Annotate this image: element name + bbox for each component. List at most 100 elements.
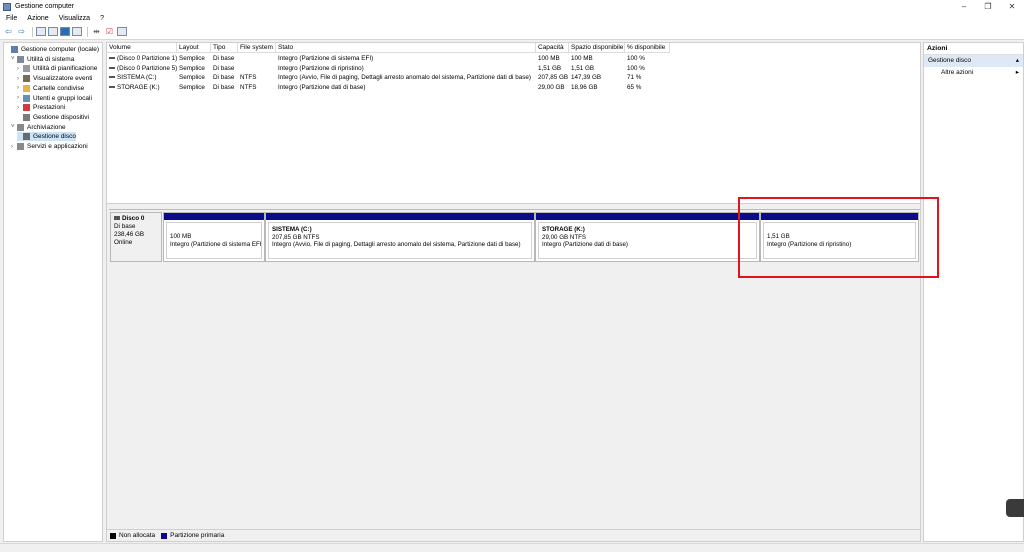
table-cell[interactable]: STORAGE (K:) bbox=[107, 83, 177, 92]
column-header[interactable]: File system bbox=[238, 43, 276, 53]
close-button[interactable]: ✕ bbox=[1000, 0, 1024, 13]
cell-text: 1,51 GB bbox=[538, 64, 562, 72]
legend-swatch-unallocated bbox=[110, 532, 116, 539]
table-cell[interactable]: 65 % bbox=[625, 83, 670, 92]
menu-azione[interactable]: Azione bbox=[27, 15, 48, 22]
corner-widget-icon[interactable] bbox=[1006, 499, 1024, 517]
properties-icon[interactable] bbox=[72, 27, 82, 36]
tree-item[interactable]: ˅ Utilità di sistema bbox=[11, 55, 74, 64]
table-cell[interactable]: Semplice bbox=[177, 54, 211, 63]
tree-item[interactable]: › Utilità di pianificazione bbox=[17, 64, 97, 73]
table-cell[interactable]: NTFS bbox=[238, 83, 276, 92]
table-cell[interactable]: 18,96 GB bbox=[569, 83, 625, 92]
legend-label-unallocated: Non allocata bbox=[119, 532, 156, 539]
connect-icon[interactable]: ⇹ bbox=[91, 26, 102, 37]
column-header[interactable]: Capacità bbox=[536, 43, 569, 53]
tree-item[interactable]: Gestione dispositivi bbox=[17, 113, 89, 122]
check-icon[interactable]: ☑ bbox=[104, 26, 115, 37]
actions-section-disk-management[interactable]: Gestione disco ▴ bbox=[924, 55, 1023, 67]
table-cell[interactable] bbox=[238, 54, 276, 63]
column-header[interactable]: Spazio disponibile bbox=[569, 43, 625, 53]
status-bar bbox=[0, 543, 1024, 552]
partition-storage[interactable]: STORAGE (K:) 29,00 GB NTFS Integro (Part… bbox=[535, 212, 760, 262]
table-cell[interactable]: Di base bbox=[211, 64, 238, 73]
table-cell[interactable]: 1,51 GB bbox=[569, 64, 625, 73]
actions-pane: Azioni Gestione disco ▴ Altre azioni ▸ bbox=[923, 42, 1024, 542]
table-cell[interactable]: 100 % bbox=[625, 54, 670, 63]
tree-node-icon bbox=[23, 113, 30, 121]
table-cell[interactable]: Semplice bbox=[177, 83, 211, 92]
table-cell[interactable] bbox=[238, 64, 276, 73]
table-cell[interactable]: 71 % bbox=[625, 73, 670, 82]
menu-visualizza[interactable]: Visualizza bbox=[59, 15, 90, 22]
cell-text: Semplice bbox=[179, 55, 205, 62]
tree-item[interactable]: › Cartelle condivise bbox=[17, 84, 84, 93]
tree-item[interactable]: Gestione computer (locale) bbox=[5, 45, 99, 54]
partition-size: 1,51 GB bbox=[767, 233, 790, 240]
tree-item[interactable]: ˅ Archiviazione bbox=[11, 123, 66, 132]
collapse-icon[interactable]: ▴ bbox=[1016, 55, 1019, 67]
disk-management-pane: Volume Layout Tipo File system Stato Capacità… bbox=[106, 42, 921, 542]
list-view-icon[interactable] bbox=[117, 27, 127, 36]
partition-bar bbox=[536, 213, 759, 220]
cell-text: 71 % bbox=[627, 74, 642, 81]
tree-node-icon bbox=[23, 133, 30, 141]
table-cell[interactable]: Di base bbox=[211, 54, 238, 63]
tree-item-label: Utenti e gruppi locali bbox=[33, 94, 92, 102]
table-cell[interactable]: Di base bbox=[211, 83, 238, 92]
partition-recovery[interactable]: 1,51 GB Integro (Partizione di ripristin… bbox=[760, 212, 919, 262]
partition-sistema[interactable]: SISTEMA (C:) 207,85 GB NTFS Integro (Avv… bbox=[265, 212, 535, 262]
table-cell[interactable]: 1,51 GB bbox=[536, 64, 569, 73]
tree-item[interactable]: › Utenti e gruppi locali bbox=[17, 94, 92, 103]
table-cell[interactable]: Semplice bbox=[177, 73, 211, 82]
minimize-button[interactable]: – bbox=[952, 0, 976, 13]
help-icon[interactable] bbox=[60, 27, 70, 36]
column-header[interactable]: Stato bbox=[276, 43, 536, 53]
table-cell[interactable]: Semplice bbox=[177, 64, 211, 73]
menu-file[interactable]: File bbox=[6, 15, 17, 22]
back-icon[interactable]: ⇦ bbox=[3, 26, 14, 37]
cell-text: NTFS bbox=[240, 74, 257, 81]
tree-node-icon bbox=[23, 104, 30, 112]
column-header[interactable]: % disponibile bbox=[625, 43, 670, 53]
tree-node-icon bbox=[23, 84, 30, 92]
action-more-actions[interactable]: Altre azioni ▸ bbox=[924, 67, 1023, 79]
table-cell[interactable]: Integro (Partizione di ripristino) bbox=[276, 64, 536, 73]
table-cell[interactable]: NTFS bbox=[238, 73, 276, 82]
table-cell[interactable]: Integro (Avvio, File di paging, Dettagli… bbox=[276, 73, 536, 82]
up-folder-icon[interactable] bbox=[36, 27, 46, 36]
disk-0-label[interactable]: Disco 0 Di base 238,46 GB Online bbox=[110, 212, 162, 262]
table-cell[interactable]: 100 MB bbox=[569, 54, 625, 63]
tree-item[interactable]: › Prestazioni bbox=[17, 103, 65, 112]
table-cell[interactable]: 100 MB bbox=[536, 54, 569, 63]
cell-text: 147,39 GB bbox=[571, 74, 602, 81]
partition-name: STORAGE (K:) bbox=[542, 226, 585, 233]
column-header[interactable]: Volume bbox=[107, 43, 177, 53]
table-cell[interactable]: (Disco 0 Partizione 1) bbox=[107, 54, 177, 63]
table-cell[interactable]: Di base bbox=[211, 73, 238, 82]
partition-efi[interactable]: 100 MB Integro (Partizione di sistema EF… bbox=[163, 212, 265, 262]
tree-item[interactable]: › Servizi e applicazioni bbox=[11, 142, 88, 151]
table-cell[interactable]: 207,85 GB bbox=[536, 73, 569, 82]
table-cell[interactable]: (Disco 0 Partizione 5) bbox=[107, 64, 177, 73]
tree-item[interactable]: Gestione disco bbox=[17, 132, 76, 142]
maximize-button[interactable]: ❐ bbox=[976, 0, 1000, 13]
table-cell[interactable]: SISTEMA (C:) bbox=[107, 73, 177, 82]
table-cell[interactable]: Integro (Partizione dati di base) bbox=[276, 83, 536, 92]
menu-help[interactable]: ? bbox=[100, 15, 104, 22]
volume-icon bbox=[109, 85, 115, 88]
action-label: Altre azioni bbox=[941, 69, 974, 76]
table-cell[interactable]: 29,00 GB bbox=[536, 83, 569, 92]
cell-text: 207,85 GB bbox=[538, 74, 569, 81]
table-cell[interactable]: Integro (Partizione di sistema EFI) bbox=[276, 54, 536, 63]
tree-item[interactable]: › Visualizzatore eventi bbox=[17, 74, 93, 83]
column-header[interactable]: Tipo bbox=[211, 43, 238, 53]
forward-icon[interactable]: ⇨ bbox=[16, 26, 27, 37]
column-header[interactable]: Layout bbox=[177, 43, 211, 53]
toolbar-separator bbox=[32, 26, 33, 37]
show-hide-tree-icon[interactable] bbox=[48, 27, 58, 36]
horizontal-scrollbar[interactable] bbox=[109, 205, 920, 210]
table-cell[interactable]: 100 % bbox=[625, 64, 670, 73]
table-cell[interactable]: 147,39 GB bbox=[569, 73, 625, 82]
cell-text: Integro (Avvio, File di paging, Dettagli… bbox=[278, 74, 531, 81]
